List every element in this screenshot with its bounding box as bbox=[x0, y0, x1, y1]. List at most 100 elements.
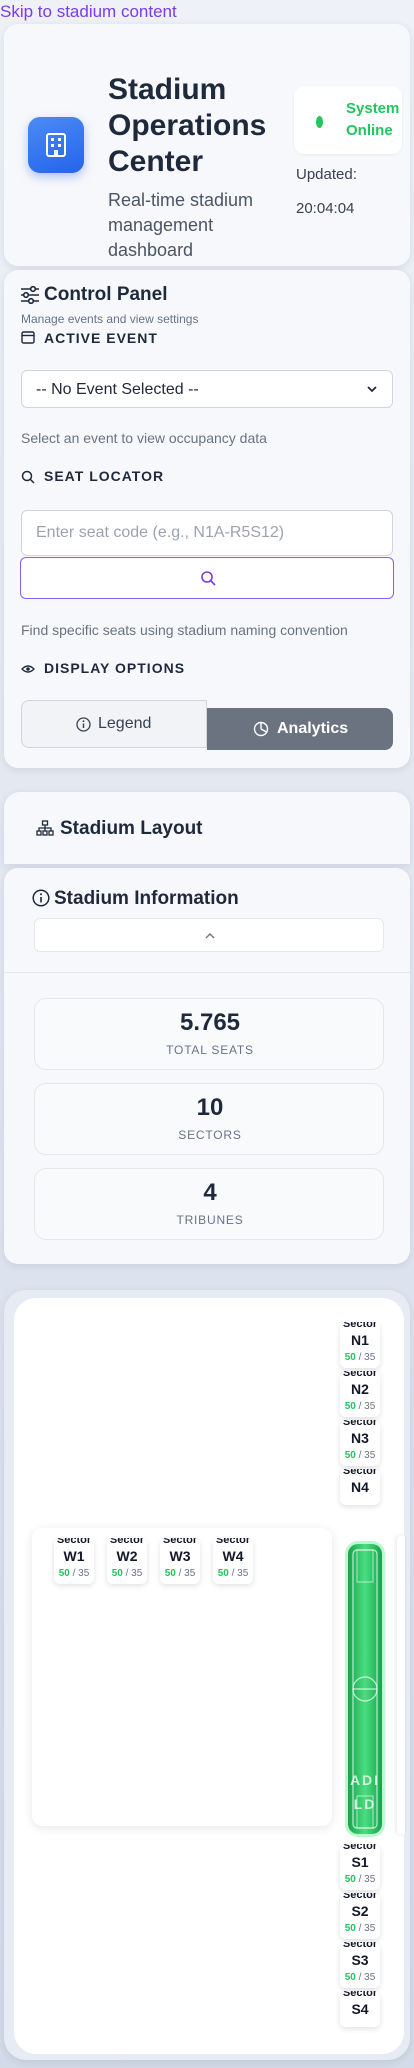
eye-icon bbox=[21, 665, 35, 673]
stat-label: SECTORS bbox=[178, 1128, 242, 1142]
seat-code-input[interactable] bbox=[21, 510, 393, 556]
control-panel: Control Panel Manage events and view set… bbox=[4, 270, 410, 768]
collapse-info-button[interactable] bbox=[34, 918, 384, 952]
sector-word: Sector bbox=[342, 1844, 378, 1852]
sector-code: W4 bbox=[222, 1548, 244, 1564]
stadium-map: Sector N1 50 / 35 Sector N2 50 / 35 Sect… bbox=[14, 1298, 405, 2054]
stat-label: TOTAL SEATS bbox=[166, 1043, 254, 1057]
sector-occupancy: 50 / 35 bbox=[344, 1401, 376, 1412]
display-options-toggle: Legend Analytics bbox=[21, 700, 393, 750]
sector-w1[interactable]: Sector W1 50 / 35 bbox=[54, 1538, 94, 1584]
field-markings bbox=[352, 1549, 378, 1829]
sector-code: N2 bbox=[351, 1381, 369, 1397]
control-panel-subtitle: Manage events and view settings bbox=[21, 312, 199, 326]
event-select[interactable]: -- No Event Selected -- bbox=[21, 370, 393, 408]
sector-code: S3 bbox=[351, 1952, 369, 1968]
page-subtitle: Real-time stadium management dashboard bbox=[108, 190, 254, 260]
building-icon bbox=[28, 117, 84, 173]
last-updated: Updated: 20:04:04 bbox=[296, 158, 396, 226]
analytics-button-label: Analytics bbox=[277, 720, 349, 737]
skip-to-content-link[interactable]: Skip to stadium content bbox=[0, 2, 177, 22]
stat-value: 4 bbox=[203, 1179, 217, 1206]
search-icon bbox=[201, 571, 216, 586]
seat-locator-label: SEAT LOCATOR bbox=[44, 468, 165, 484]
chevron-up-icon bbox=[205, 933, 215, 939]
sector-code: W2 bbox=[116, 1548, 138, 1564]
sector-occupancy: 50 / 35 bbox=[164, 1568, 196, 1579]
sector-word: Sector bbox=[342, 1322, 378, 1330]
sector-occupancy: 50 / 35 bbox=[58, 1568, 90, 1579]
sector-word: Sector bbox=[109, 1538, 145, 1546]
legend-button[interactable]: Legend bbox=[21, 700, 207, 748]
display-options-label: DISPLAY OPTIONS bbox=[44, 660, 186, 676]
sector-word: Sector bbox=[342, 1893, 378, 1901]
calendar-icon bbox=[21, 331, 35, 344]
stat-sectors: 10 SECTORS bbox=[34, 1083, 384, 1155]
sector-n2[interactable]: Sector N2 50 / 35 bbox=[340, 1371, 380, 1417]
sector-code: N3 bbox=[351, 1430, 369, 1446]
sector-w2[interactable]: Sector W2 50 / 35 bbox=[107, 1538, 147, 1584]
field-label: LD bbox=[353, 1796, 377, 1812]
event-select-value: -- No Event Selected -- bbox=[36, 381, 199, 398]
sitemap-icon bbox=[36, 820, 54, 836]
sector-word: Sector bbox=[342, 1991, 378, 1999]
sector-n1[interactable]: Sector N1 50 / 35 bbox=[340, 1322, 380, 1368]
search-icon bbox=[21, 470, 35, 484]
active-event-label: ACTIVE EVENT bbox=[44, 330, 158, 346]
updated-time: 20:04:04 bbox=[296, 200, 355, 217]
stadium-layout-title: Stadium Layout bbox=[60, 818, 203, 839]
sector-word: Sector bbox=[162, 1538, 198, 1546]
sector-w3[interactable]: Sector W3 50 / 35 bbox=[160, 1538, 200, 1584]
sector-occupancy: 50 / 35 bbox=[111, 1568, 143, 1579]
playing-field: ADI LD bbox=[348, 1544, 382, 1834]
control-panel-title: Control Panel bbox=[44, 284, 168, 305]
sector-s2[interactable]: Sector S2 50 / 35 bbox=[340, 1893, 380, 1939]
stat-tribunes: 4 TRIBUNES bbox=[34, 1168, 384, 1240]
stadium-layout-header: Stadium Layout bbox=[4, 792, 410, 864]
sector-word: Sector bbox=[342, 1371, 378, 1379]
sector-occupancy: 50 / 35 bbox=[217, 1568, 249, 1579]
sector-code: N1 bbox=[351, 1332, 369, 1348]
seat-search-button[interactable] bbox=[20, 557, 394, 599]
sliders-icon bbox=[21, 286, 39, 304]
page-title: Stadium Operations Center bbox=[108, 73, 267, 178]
status-indicator-icon bbox=[316, 116, 323, 128]
sector-code: N4 bbox=[351, 1479, 369, 1495]
sector-code: S4 bbox=[351, 2001, 369, 2017]
updated-label: Updated: bbox=[296, 166, 357, 183]
sector-s4[interactable]: Sector S4 bbox=[340, 1991, 380, 2027]
sector-n4[interactable]: Sector N4 bbox=[340, 1469, 380, 1505]
event-hint: Select an event to view occupancy data bbox=[21, 430, 267, 446]
divider bbox=[4, 972, 410, 973]
legend-button-label: Legend bbox=[98, 715, 152, 732]
stat-label: TRIBUNES bbox=[176, 1213, 244, 1227]
sector-word: Sector bbox=[215, 1538, 251, 1546]
analytics-button[interactable]: Analytics bbox=[207, 708, 393, 750]
east-tribune bbox=[397, 1536, 405, 1834]
status-text: System Online bbox=[346, 100, 400, 139]
chevron-down-icon bbox=[367, 386, 377, 393]
sector-occupancy: 50 / 35 bbox=[344, 1450, 376, 1461]
sector-s3[interactable]: Sector S3 50 / 35 bbox=[340, 1942, 380, 1988]
header-card: Stadium Operations Center Real-time stad… bbox=[4, 24, 410, 266]
sector-n3[interactable]: Sector N3 50 / 35 bbox=[340, 1420, 380, 1466]
field-label: ADI bbox=[349, 1772, 381, 1788]
stat-value: 10 bbox=[196, 1094, 224, 1121]
sector-word: Sector bbox=[56, 1538, 92, 1546]
stat-value: 5.765 bbox=[179, 1009, 241, 1036]
seat-locator-hint: Find specific seats using stadium naming… bbox=[21, 622, 348, 638]
sector-occupancy: 50 / 35 bbox=[344, 1972, 376, 1983]
sector-s1[interactable]: Sector S1 50 / 35 bbox=[340, 1844, 380, 1890]
pie-chart-icon bbox=[253, 721, 269, 737]
stat-total-seats: 5.765 TOTAL SEATS bbox=[34, 998, 384, 1070]
info-icon bbox=[76, 717, 91, 732]
sector-code: W1 bbox=[63, 1548, 85, 1564]
west-tribune: Sector W1 50 / 35 Sector W2 50 / 35 Sect… bbox=[32, 1528, 332, 1826]
stadium-info-title: Stadium Information bbox=[54, 888, 239, 909]
sector-occupancy: 50 / 35 bbox=[344, 1923, 376, 1934]
sector-word: Sector bbox=[342, 1469, 378, 1477]
sector-word: Sector bbox=[342, 1420, 378, 1428]
info-icon bbox=[32, 889, 50, 907]
sector-w4[interactable]: Sector W4 50 / 35 bbox=[213, 1538, 253, 1584]
sector-occupancy: 50 / 35 bbox=[344, 1352, 376, 1363]
